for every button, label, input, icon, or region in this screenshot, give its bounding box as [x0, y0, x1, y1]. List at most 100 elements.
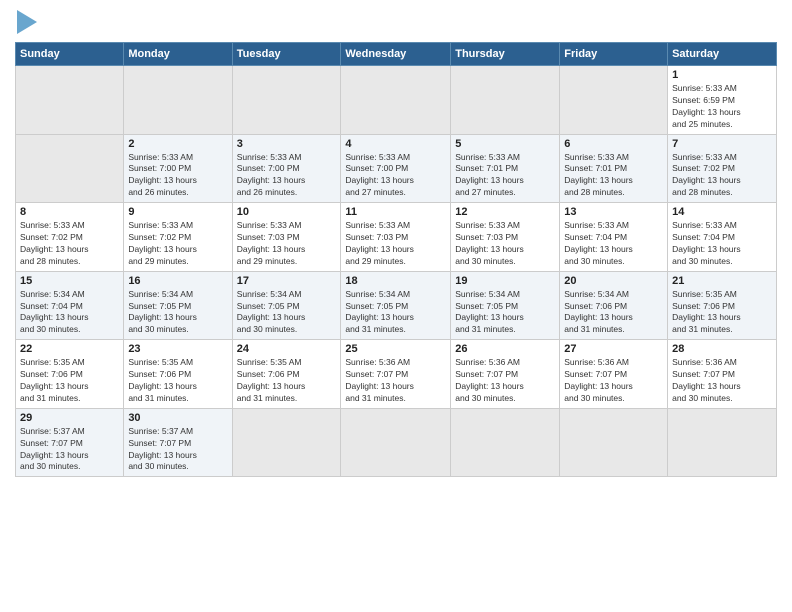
day-cell-15: 15Sunrise: 5:34 AMSunset: 7:04 PMDayligh…	[16, 271, 124, 340]
empty-cell	[232, 66, 341, 135]
day-info: Sunrise: 5:33 AMSunset: 7:00 PMDaylight:…	[345, 152, 446, 200]
day-number: 22	[20, 343, 119, 355]
day-info: Sunrise: 5:36 AMSunset: 7:07 PMDaylight:…	[564, 357, 663, 405]
day-number: 19	[455, 275, 555, 287]
day-number: 3	[237, 138, 337, 150]
empty-cell	[451, 66, 560, 135]
day-info: Sunrise: 5:34 AMSunset: 7:05 PMDaylight:…	[345, 289, 446, 337]
day-header-thursday: Thursday	[451, 43, 560, 66]
day-number: 17	[237, 275, 337, 287]
day-info: Sunrise: 5:33 AMSunset: 7:01 PMDaylight:…	[455, 152, 555, 200]
day-cell-24: 24 Sunrise: 5:35 AMSunset: 7:06 PMDayligh…	[232, 340, 341, 409]
calendar-table: SundayMondayTuesdayWednesdayThursdayFrid…	[15, 42, 777, 477]
day-header-friday: Friday	[560, 43, 668, 66]
day-number: 2	[128, 138, 227, 150]
day-number: 24	[237, 343, 337, 355]
day-number: 20	[564, 275, 663, 287]
day-info: Sunrise: 5:34 AMSunset: 7:05 PMDaylight:…	[128, 289, 227, 337]
day-cell-19: 19 Sunrise: 5:34 AMSunset: 7:05 PMDayligh…	[451, 271, 560, 340]
day-cell-3: 3 Sunrise: 5:33 AMSunset: 7:00 PMDaylight…	[232, 134, 341, 203]
empty-cell	[560, 66, 668, 135]
day-cell-6: 6Sunrise: 5:33 AMSunset: 7:01 PMDaylight…	[560, 134, 668, 203]
logo-icon	[17, 10, 37, 34]
day-info: Sunrise: 5:33 AMSunset: 7:00 PMDaylight:…	[237, 152, 337, 200]
day-info: Sunrise: 5:33 AMSunset: 7:02 PMDaylight:…	[672, 152, 772, 200]
day-cell	[232, 408, 341, 477]
day-number: 5	[455, 138, 555, 150]
day-cell-22: 22 Sunrise: 5:35 AMSunset: 7:06 PMDayligh…	[16, 340, 124, 409]
day-cell-16: 16 Sunrise: 5:34 AMSunset: 7:05 PMDayligh…	[124, 271, 232, 340]
day-info: Sunrise: 5:33 AMSunset: 7:03 PMDaylight:…	[345, 220, 446, 268]
empty-cell	[341, 66, 451, 135]
day-number: 25	[345, 343, 446, 355]
day-info: Sunrise: 5:35 AMSunset: 7:06 PMDaylight:…	[128, 357, 227, 405]
day-cell-7: 7 Sunrise: 5:33 AMSunset: 7:02 PMDaylight…	[668, 134, 777, 203]
day-header-monday: Monday	[124, 43, 232, 66]
day-cell-5: 5 Sunrise: 5:33 AMSunset: 7:01 PMDaylight…	[451, 134, 560, 203]
day-number: 12	[455, 206, 555, 218]
day-number: 4	[345, 138, 446, 150]
day-cell-26: 26 Sunrise: 5:36 AMSunset: 7:07 PMDayligh…	[451, 340, 560, 409]
day-info: Sunrise: 5:33 AMSunset: 7:02 PMDaylight:…	[128, 220, 227, 268]
page: SundayMondayTuesdayWednesdayThursdayFrid…	[0, 0, 792, 612]
day-info: Sunrise: 5:34 AMSunset: 7:05 PMDaylight:…	[237, 289, 337, 337]
day-header-wednesday: Wednesday	[341, 43, 451, 66]
day-cell	[668, 408, 777, 477]
day-cell-30: 30Sunrise: 5:37 AMSunset: 7:07 PMDayligh…	[124, 408, 232, 477]
day-info: Sunrise: 5:33 AMSunset: 6:59 PMDaylight:…	[672, 83, 772, 131]
day-cell-10: 10Sunrise: 5:33 AMSunset: 7:03 PMDayligh…	[232, 203, 341, 272]
day-number: 7	[672, 138, 772, 150]
day-info: Sunrise: 5:33 AMSunset: 7:02 PMDaylight:…	[20, 220, 119, 268]
day-number: 26	[455, 343, 555, 355]
empty-cell	[16, 134, 124, 203]
day-cell-8: 8Sunrise: 5:33 AMSunset: 7:02 PMDaylight…	[16, 203, 124, 272]
day-number: 10	[237, 206, 337, 218]
day-number: 28	[672, 343, 772, 355]
day-header-saturday: Saturday	[668, 43, 777, 66]
day-info: Sunrise: 5:35 AMSunset: 7:06 PMDaylight:…	[672, 289, 772, 337]
day-number: 11	[345, 206, 446, 218]
day-cell-20: 20 Sunrise: 5:34 AMSunset: 7:06 PMDayligh…	[560, 271, 668, 340]
day-cell-12: 12 Sunrise: 5:33 AMSunset: 7:03 PMDayligh…	[451, 203, 560, 272]
day-cell-1: 1 Sunrise: 5:33 AMSunset: 6:59 PMDaylight…	[668, 66, 777, 135]
day-info: Sunrise: 5:33 AMSunset: 7:04 PMDaylight:…	[564, 220, 663, 268]
day-number: 30	[128, 412, 227, 424]
day-info: Sunrise: 5:37 AMSunset: 7:07 PMDaylight:…	[20, 426, 119, 474]
day-number: 16	[128, 275, 227, 287]
day-cell	[341, 408, 451, 477]
day-info: Sunrise: 5:36 AMSunset: 7:07 PMDaylight:…	[672, 357, 772, 405]
day-cell-11: 11 Sunrise: 5:33 AMSunset: 7:03 PMDayligh…	[341, 203, 451, 272]
day-number: 27	[564, 343, 663, 355]
day-cell-17: 17 Sunrise: 5:34 AMSunset: 7:05 PMDayligh…	[232, 271, 341, 340]
header	[15, 10, 777, 34]
day-header-tuesday: Tuesday	[232, 43, 341, 66]
day-cell-28: 28 Sunrise: 5:36 AMSunset: 7:07 PMDayligh…	[668, 340, 777, 409]
day-number: 9	[128, 206, 227, 218]
day-cell-2: 2 Sunrise: 5:33 AMSunset: 7:00 PMDaylight…	[124, 134, 232, 203]
day-info: Sunrise: 5:33 AMSunset: 7:01 PMDaylight:…	[564, 152, 663, 200]
day-info: Sunrise: 5:34 AMSunset: 7:06 PMDaylight:…	[564, 289, 663, 337]
header-row: SundayMondayTuesdayWednesdayThursdayFrid…	[16, 43, 777, 66]
day-cell-29: 29 Sunrise: 5:37 AMSunset: 7:07 PMDayligh…	[16, 408, 124, 477]
day-info: Sunrise: 5:33 AMSunset: 7:03 PMDaylight:…	[455, 220, 555, 268]
logo	[15, 10, 37, 34]
day-number: 13	[564, 206, 663, 218]
day-info: Sunrise: 5:36 AMSunset: 7:07 PMDaylight:…	[345, 357, 446, 405]
day-cell	[560, 408, 668, 477]
day-cell-13: 13 Sunrise: 5:33 AMSunset: 7:04 PMDayligh…	[560, 203, 668, 272]
day-cell-27: 27 Sunrise: 5:36 AMSunset: 7:07 PMDayligh…	[560, 340, 668, 409]
day-info: Sunrise: 5:35 AMSunset: 7:06 PMDaylight:…	[20, 357, 119, 405]
day-info: Sunrise: 5:34 AMSunset: 7:05 PMDaylight:…	[455, 289, 555, 337]
day-cell-9: 9 Sunrise: 5:33 AMSunset: 7:02 PMDaylight…	[124, 203, 232, 272]
empty-cell	[124, 66, 232, 135]
day-number: 21	[672, 275, 772, 287]
day-info: Sunrise: 5:36 AMSunset: 7:07 PMDaylight:…	[455, 357, 555, 405]
day-number: 29	[20, 412, 119, 424]
day-info: Sunrise: 5:35 AMSunset: 7:06 PMDaylight:…	[237, 357, 337, 405]
empty-cell	[16, 66, 124, 135]
day-info: Sunrise: 5:33 AMSunset: 7:00 PMDaylight:…	[128, 152, 227, 200]
day-cell-18: 18Sunrise: 5:34 AMSunset: 7:05 PMDayligh…	[341, 271, 451, 340]
day-number: 1	[672, 69, 772, 81]
day-number: 15	[20, 275, 119, 287]
day-cell-21: 21 Sunrise: 5:35 AMSunset: 7:06 PMDayligh…	[668, 271, 777, 340]
